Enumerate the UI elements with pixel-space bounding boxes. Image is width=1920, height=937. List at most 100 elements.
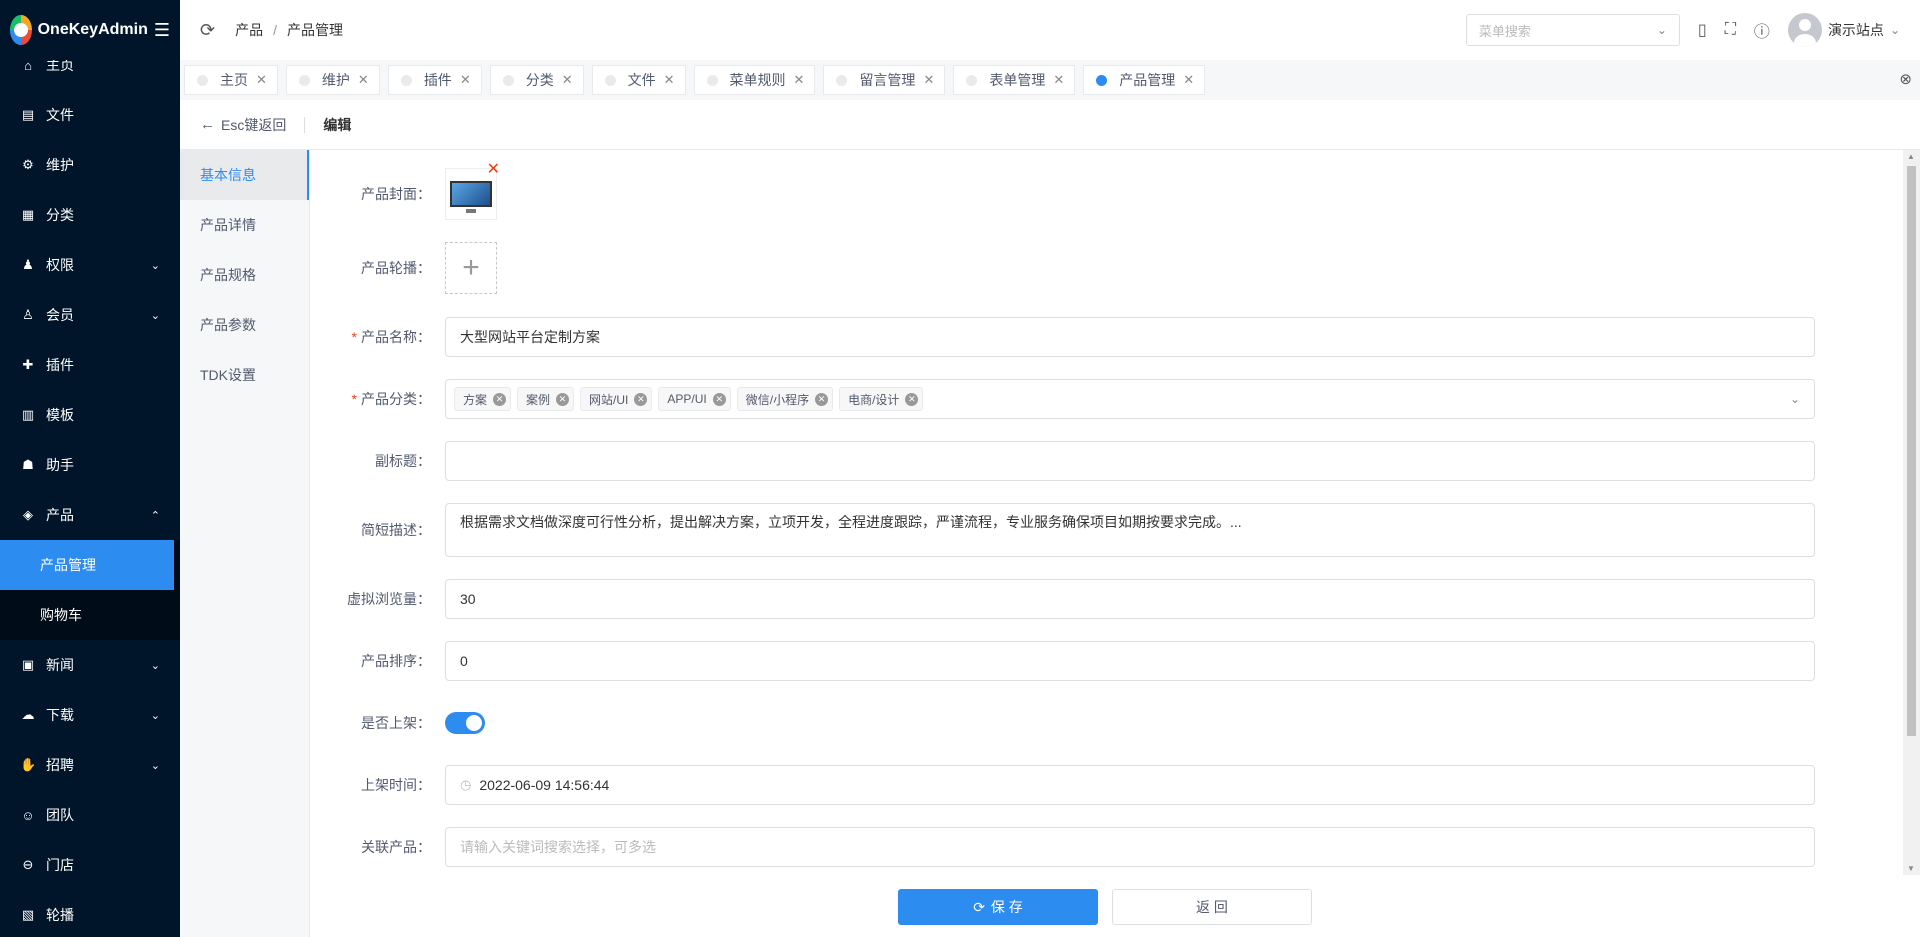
close-icon[interactable]: ✕ [923, 72, 934, 88]
sidebar-item-recruit[interactable]: ✋ 招聘 ⌄ [0, 740, 180, 790]
onsale-toggle[interactable] [445, 712, 485, 734]
tab-forms[interactable]: 表单管理 ✕ [953, 65, 1076, 95]
sidebar-item-permission[interactable]: ♟ 权限 ⌄ [0, 240, 180, 290]
sidebar-item-maintenance[interactable]: ⚙ 维护 [0, 140, 180, 190]
sidebar-item-team[interactable]: ☺ 团队 [0, 790, 180, 840]
scroll-thumb[interactable] [1907, 166, 1916, 736]
category-tag: 电商/设计 ✕ [839, 387, 924, 411]
sidebar-item-category[interactable]: ▦ 分类 [0, 190, 180, 240]
tab-home[interactable]: 主页 ✕ [184, 65, 278, 95]
tab-menu-rules[interactable]: 菜单规则 ✕ [693, 65, 816, 95]
tab-dot [1096, 74, 1108, 86]
close-icon[interactable]: ✕ [556, 392, 570, 406]
close-icon[interactable]: ✕ [815, 392, 829, 406]
form-nav-specs[interactable]: 产品规格 [180, 250, 309, 300]
close-icon[interactable]: ✕ [562, 72, 573, 88]
close-icon[interactable]: ✕ [664, 72, 675, 88]
category-tag: 微信/小程序 ✕ [736, 387, 834, 411]
back-button[interactable]: 返 回 [1112, 889, 1312, 925]
tab-file[interactable]: 文件 ✕ [591, 65, 686, 95]
menu-fold-icon[interactable]: ☰ [154, 20, 170, 41]
close-icon[interactable]: ✕ [358, 72, 369, 88]
close-icon[interactable]: ✕ [794, 72, 805, 88]
scroll-up-icon[interactable]: ▲ [1907, 152, 1915, 161]
tab-maintenance[interactable]: 维护 ✕ [285, 65, 380, 95]
sidebar-item-member[interactable]: ♙ 会员 ⌄ [0, 290, 180, 340]
product-category-select[interactable]: 方案 ✕ 案例 ✕ 网站/UI ✕ APP/UI ✕ 微信/小程序 ✕ 电商/设计 ✕ ⌄ [445, 379, 1815, 419]
fullscreen-icon[interactable]: ⛶ [1725, 21, 1736, 39]
sidebar-menu: ⌂ 主页 ▤ 文件 ⚙ 维护 ▦ 分类 ♟ 权限 ⌄ ♙ 会员 ⌄ ✚ 插件 ▥ 模板 ☗ 助手 ◈ 产… [0, 40, 180, 937]
carousel-upload-button[interactable]: + [445, 242, 497, 294]
sort-input[interactable]: 0 [445, 641, 1815, 681]
sidebar-item-template[interactable]: ▥ 模板 [0, 390, 180, 440]
tab-messages[interactable]: 留言管理 ✕ [823, 65, 946, 95]
page-header: ← Esc键返回 编辑 [180, 100, 1920, 150]
form-nav-tdk[interactable]: TDK设置 [180, 350, 309, 400]
chevron-down-icon: ⌄ [1789, 392, 1800, 406]
menu-search-select[interactable]: 菜单搜索 ⌄ [1465, 14, 1680, 46]
category-tag: 案例 ✕ [517, 387, 575, 411]
sidebar-item-cart[interactable]: 购物车 [0, 590, 180, 640]
sidebar-item-file[interactable]: ▤ 文件 [0, 90, 180, 140]
sidebar-item-plugin[interactable]: ✚ 插件 [0, 340, 180, 390]
close-icon[interactable]: ✕ [256, 72, 267, 88]
virtual-views-input[interactable]: 30 [445, 579, 1815, 619]
tab-product-management[interactable]: 产品管理 ✕ [1083, 65, 1206, 95]
carousel-row: 产品轮播： + [310, 242, 1885, 294]
store-icon: ⊖ [22, 857, 34, 872]
box-icon: ◈ [23, 507, 33, 522]
tab-plugin[interactable]: 插件 ✕ [387, 65, 482, 95]
tab-category[interactable]: 分类 ✕ [489, 65, 584, 95]
sidebar-item-carousel[interactable]: ▧ 轮播 [0, 890, 180, 937]
mobile-icon[interactable]: ▯ [1698, 20, 1707, 40]
product-name-input[interactable]: 大型网站平台定制方案 [445, 317, 1815, 357]
clock-icon: ◷ [460, 777, 472, 792]
user-menu[interactable]: 演示站点 ⌄ [1787, 13, 1900, 47]
close-icon[interactable]: ✕ [1053, 72, 1064, 88]
file-icon: ▤ [21, 107, 35, 122]
sidebar-item-store[interactable]: ⊖ 门店 [0, 840, 180, 890]
close-icon[interactable]: ✕ [493, 392, 507, 406]
breadcrumb-item[interactable]: 产品 [235, 22, 263, 38]
category-tag: 方案 ✕ [454, 387, 512, 411]
sort-row: 产品排序： 0 [310, 641, 1885, 681]
save-button[interactable]: ⟳ 保 存 [898, 889, 1098, 925]
close-icon[interactable]: ✕ [487, 159, 500, 179]
description-textarea[interactable]: 根据需求文档做深度可行性分析，提出解决方案，立项开发，全程进度跟踪，严谨流程，专… [445, 503, 1815, 557]
arrow-left-icon: ← [200, 116, 215, 133]
esc-back-button[interactable]: ← Esc键返回 [200, 115, 286, 135]
subtitle-input[interactable] [445, 441, 1815, 481]
form-nav-params[interactable]: 产品参数 [180, 300, 309, 350]
sidebar-item-news[interactable]: ▣ 新闻 ⌄ [0, 640, 180, 690]
chevron-down-icon: ⌄ [150, 659, 160, 672]
views-row: 虚拟浏览量： 30 [310, 579, 1885, 619]
sidebar-item-assistant[interactable]: ☗ 助手 [0, 440, 180, 490]
user-icon: ♙ [22, 307, 34, 322]
close-icon[interactable]: ✕ [905, 392, 919, 406]
onsale-time-picker[interactable]: ◷ 2022-06-09 14:56:44 [445, 765, 1815, 805]
tab-dot [966, 74, 978, 86]
sidebar-item-download[interactable]: ☁ 下载 ⌄ [0, 690, 180, 740]
close-all-tabs-icon[interactable]: ⊗ [1899, 70, 1912, 88]
sidebar-item-product-management[interactable]: 产品管理 [0, 540, 174, 590]
page-title: 编辑 [323, 116, 352, 133]
top-header: ⟳ 产品 / 产品管理 菜单搜索 ⌄ ▯ ⛶ ⓘ 演示站点 ⌄ [180, 0, 1920, 60]
close-icon[interactable]: ✕ [634, 392, 648, 406]
product-thumbnail [450, 181, 492, 213]
logo-icon [10, 15, 32, 45]
grid-icon: ▦ [21, 207, 35, 222]
info-icon[interactable]: ⓘ [1754, 18, 1770, 42]
form-nav-details[interactable]: 产品详情 [180, 200, 309, 250]
scroll-down-icon[interactable]: ▼ [1907, 864, 1915, 873]
close-icon[interactable]: ✕ [460, 72, 471, 88]
cover-image[interactable]: ✕ [445, 161, 500, 220]
sidebar-item-product[interactable]: ◈ 产品 ⌃ [0, 490, 180, 540]
refresh-icon[interactable]: ⟳ [200, 20, 215, 41]
related-products-input[interactable]: 请输入关键词搜索选择，可多选 [445, 827, 1815, 867]
tab-dot [836, 74, 848, 86]
subtitle-row: 副标题： [310, 441, 1885, 481]
form-nav-basic-info[interactable]: 基本信息 [180, 150, 309, 200]
close-icon[interactable]: ✕ [1183, 72, 1194, 88]
close-icon[interactable]: ✕ [712, 392, 726, 406]
scrollbar[interactable]: ▲ ▼ [1903, 150, 1920, 875]
